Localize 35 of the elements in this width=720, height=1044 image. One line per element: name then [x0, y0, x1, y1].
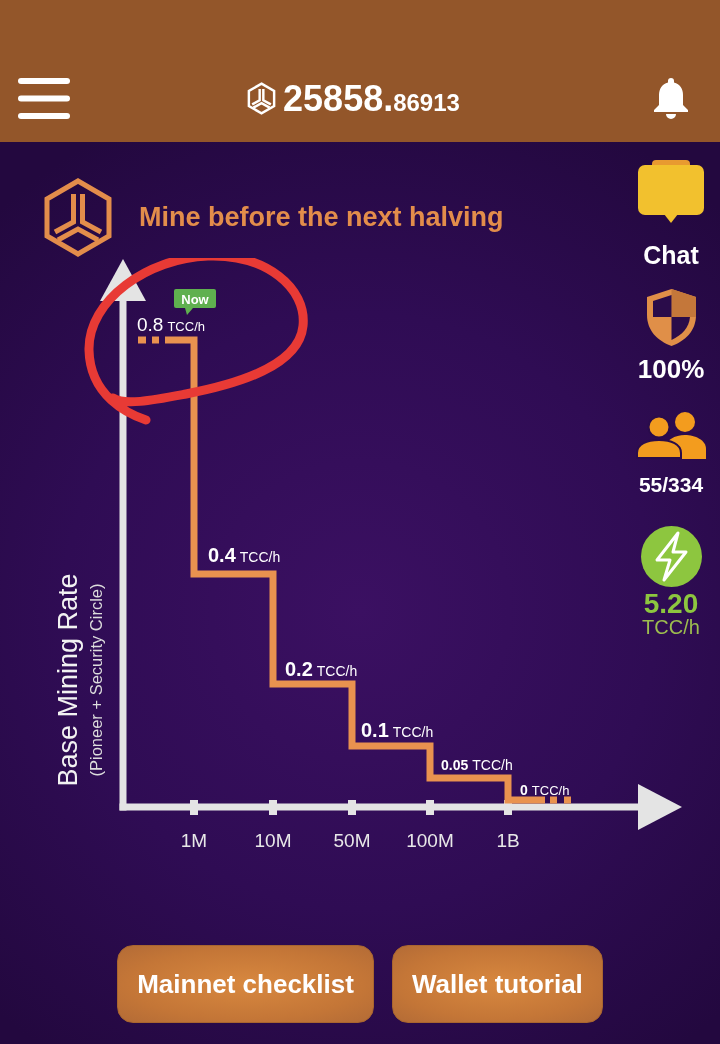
rate-label: 0.8 TCC/h [137, 314, 205, 335]
axis-tick [348, 800, 356, 815]
y-axis-title: Base Mining Rate [53, 573, 83, 787]
rate-label: 0 TCC/h [520, 782, 570, 798]
axis-tick [269, 800, 277, 815]
coin-icon [247, 82, 277, 115]
x-axis-label: 1M [180, 830, 208, 851]
axis-tick [426, 800, 434, 815]
axis-tick [190, 800, 198, 815]
notification-bell-icon[interactable] [653, 78, 689, 119]
x-axis-label: 50M [333, 830, 371, 851]
mining-rate-value: 5.20 [643, 591, 699, 617]
shield-icon[interactable] [646, 289, 696, 346]
x-axis-label: 100M [406, 830, 454, 851]
referral-count: 55/334 [638, 473, 704, 497]
rate-label: 0.4 TCC/h [208, 544, 281, 566]
balance-amount: 25858.86913 [283, 80, 460, 117]
halving-title: Mine before the next halving [139, 201, 504, 234]
chat-label: Chat [643, 241, 699, 269]
x-axis-label: 1B [496, 830, 520, 851]
tutorial-button[interactable]: Wallet tutorial [391, 945, 603, 1023]
people-icon[interactable] [635, 411, 707, 459]
rate-label: 0.05 TCC/h [441, 757, 513, 773]
axis-tick [504, 800, 512, 815]
security-percentage: 100% [637, 354, 705, 384]
checklist-button[interactable]: Mainnet checklist [117, 945, 374, 1023]
lightning-icon[interactable] [640, 526, 702, 587]
y-axis-subtitle: (Pioneer + Security Circle) [87, 583, 105, 777]
mining-rate-unit: TCC/h [642, 617, 700, 637]
rate-label: 0.1 TCC/h [361, 719, 434, 741]
logo-icon [43, 177, 113, 258]
x-axis-label: 10M [254, 830, 292, 851]
chat-icon[interactable] [638, 160, 704, 224]
rate-label: 0.2 TCC/h [285, 658, 358, 680]
menu-icon[interactable] [18, 78, 70, 119]
